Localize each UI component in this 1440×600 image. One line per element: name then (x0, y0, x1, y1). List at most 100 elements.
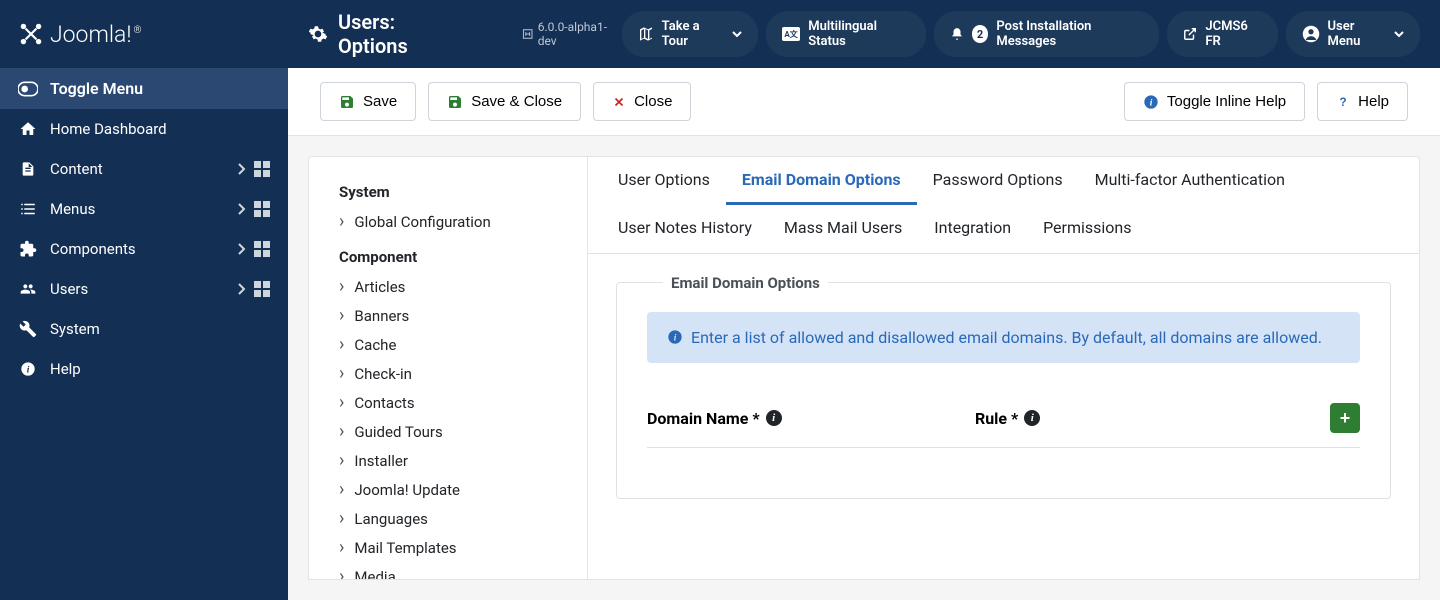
info-text: Enter a list of allowed and disallowed e… (691, 328, 1322, 347)
file-icon (18, 160, 38, 178)
toggle-inline-help-button[interactable]: i Toggle Inline Help (1124, 82, 1305, 121)
tab-multi-factor-authentication[interactable]: Multi-factor Authentication (1079, 157, 1301, 205)
settings-item-check-in[interactable]: Check-in (339, 359, 557, 388)
help-button[interactable]: ? Help (1317, 82, 1408, 121)
sidebar-item-menus[interactable]: Menus (0, 189, 288, 229)
close-button[interactable]: Close (593, 82, 691, 121)
toggle-inline-help-label: Toggle Inline Help (1167, 93, 1286, 110)
settings-item-media[interactable]: Media (339, 562, 557, 580)
settings-item-guided-tours[interactable]: Guided Tours (339, 417, 557, 446)
toggle-menu-button[interactable]: Toggle Menu (0, 68, 288, 109)
close-label: Close (634, 93, 672, 110)
post-install-label: Post Installation Messages (996, 19, 1143, 49)
bell-icon (950, 27, 964, 41)
logo-area[interactable]: Joomla!® (0, 0, 288, 68)
toolbar: Save Save & Close Close i Toggle Inline … (288, 68, 1440, 136)
notification-count-badge: 2 (972, 25, 989, 43)
grid-icon[interactable] (254, 201, 270, 217)
info-icon[interactable]: i (1024, 410, 1040, 426)
joomla-logo-icon (18, 21, 44, 47)
save-close-label: Save & Close (471, 93, 562, 110)
settings-item-joomla-update[interactable]: Joomla! Update (339, 475, 557, 504)
brand-text: Joomla!® (50, 21, 142, 48)
external-link-icon (1183, 27, 1197, 41)
info-icon[interactable]: i (766, 410, 782, 426)
toggle-icon (18, 81, 38, 97)
page-title: Users: Options (308, 10, 462, 58)
sidebar-item-content[interactable]: Content (0, 149, 288, 189)
settings-item-languages[interactable]: Languages (339, 504, 557, 533)
user-menu-label: User Menu (1328, 19, 1384, 49)
svg-text:i: i (674, 333, 677, 343)
external-link-button[interactable]: JCMS6 FR (1167, 11, 1277, 57)
info-circle-icon: i (667, 328, 683, 347)
settings-item-contacts[interactable]: Contacts (339, 388, 557, 417)
tab-user-options[interactable]: User Options (602, 157, 726, 205)
add-row-button[interactable]: + (1330, 403, 1360, 433)
close-icon (612, 95, 626, 109)
settings-item-banners[interactable]: Banners (339, 301, 557, 330)
sidebar-item-users[interactable]: Users (0, 269, 288, 309)
info-circle-icon: i (1143, 94, 1159, 110)
sidebar-item-label: Home Dashboard (50, 120, 270, 138)
version-badge: 6.0.0-alpha1-dev (522, 20, 621, 48)
save-close-button[interactable]: Save & Close (428, 82, 581, 121)
tab-panel: User OptionsEmail Domain OptionsPassword… (588, 156, 1420, 580)
sidebar-item-label: Components (50, 240, 228, 258)
tab-password-options[interactable]: Password Options (917, 157, 1079, 205)
sidebar-item-components[interactable]: Components (0, 229, 288, 269)
system-heading: System (339, 183, 557, 201)
save-icon (339, 94, 355, 110)
wrench-icon (18, 320, 38, 338)
table-header: Domain Name * i Rule * i + (647, 403, 1360, 448)
settings-sidebar: System Global Configuration Component Ar… (308, 156, 588, 580)
grid-icon[interactable] (254, 281, 270, 297)
fieldset-title: Email Domain Options (663, 274, 828, 292)
sidebar-item-home-dashboard[interactable]: Home Dashboard (0, 109, 288, 149)
settings-item-cache[interactable]: Cache (339, 330, 557, 359)
settings-item-articles[interactable]: Articles (339, 272, 557, 301)
save-button[interactable]: Save (320, 82, 416, 121)
settings-item-mail-templates[interactable]: Mail Templates (339, 533, 557, 562)
tab-mass-mail-users[interactable]: Mass Mail Users (768, 205, 918, 253)
settings-item-installer[interactable]: Installer (339, 446, 557, 475)
tab-email-domain-options[interactable]: Email Domain Options (726, 157, 917, 205)
svg-text:i: i (1150, 98, 1153, 108)
save-icon (447, 94, 463, 110)
domain-name-header: Domain Name * i (647, 409, 975, 428)
info-icon: i (18, 361, 38, 377)
tab-integration[interactable]: Integration (918, 205, 1027, 253)
grid-icon[interactable] (254, 241, 270, 257)
home-icon (18, 120, 38, 138)
sidebar-item-label: Users (50, 280, 228, 298)
users-icon (18, 281, 38, 297)
puzzle-icon (18, 240, 38, 258)
sidebar-item-label: Help (50, 360, 270, 378)
multilingual-label: Multilingual Status (808, 19, 909, 49)
tab-user-notes-history[interactable]: User Notes History (602, 205, 768, 253)
gear-icon (308, 24, 328, 44)
settings-item-global-configuration[interactable]: Global Configuration (339, 207, 557, 236)
external-link-label: JCMS6 FR (1205, 19, 1261, 49)
post-install-messages-button[interactable]: 2 Post Installation Messages (934, 11, 1160, 57)
sidebar-item-label: System (50, 320, 270, 338)
chevron-right-icon (236, 242, 246, 256)
tab-permissions[interactable]: Permissions (1027, 205, 1147, 253)
chevron-right-icon (236, 202, 246, 216)
grid-icon[interactable] (254, 161, 270, 177)
sidebar-item-system[interactable]: System (0, 309, 288, 349)
email-domain-fieldset: Email Domain Options i Enter a list of a… (616, 282, 1391, 499)
take-tour-label: Take a Tour (662, 19, 723, 49)
main-content: System Global Configuration Component Ar… (288, 136, 1440, 600)
user-menu-button[interactable]: User Menu (1286, 11, 1420, 57)
user-circle-icon (1302, 25, 1320, 43)
info-box: i Enter a list of allowed and disallowed… (647, 312, 1360, 363)
language-icon: A文 (782, 27, 800, 41)
rule-header: Rule * i (975, 409, 1303, 428)
svg-text:i: i (27, 365, 30, 375)
sidebar-item-help[interactable]: i Help (0, 349, 288, 389)
tabs: User OptionsEmail Domain OptionsPassword… (588, 157, 1419, 254)
sidebar: Joomla!® Toggle Menu Home Dashboard Conte… (0, 0, 288, 600)
multilingual-status-button[interactable]: A文 Multilingual Status (766, 11, 925, 57)
take-tour-button[interactable]: Take a Tour (622, 11, 759, 57)
